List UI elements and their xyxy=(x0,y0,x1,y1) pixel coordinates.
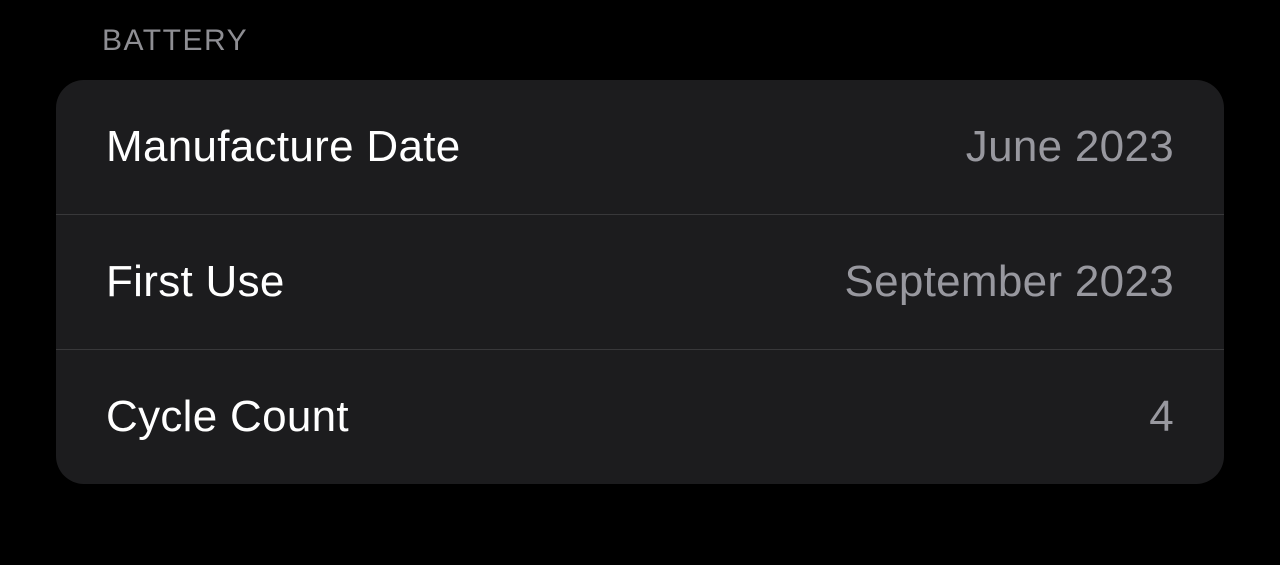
manufacture-date-label: Manufacture Date xyxy=(106,122,461,172)
cycle-count-label: Cycle Count xyxy=(106,392,349,442)
first-use-label: First Use xyxy=(106,257,285,307)
manufacture-date-row[interactable]: Manufacture Date June 2023 xyxy=(56,80,1224,215)
cycle-count-value: 4 xyxy=(1149,392,1174,442)
first-use-row[interactable]: First Use September 2023 xyxy=(56,215,1224,350)
first-use-value: September 2023 xyxy=(844,257,1174,307)
settings-group: Manufacture Date June 2023 First Use Sep… xyxy=(56,80,1224,484)
manufacture-date-value: June 2023 xyxy=(966,122,1174,172)
battery-section: BATTERY Manufacture Date June 2023 First… xyxy=(0,0,1280,484)
cycle-count-row[interactable]: Cycle Count 4 xyxy=(56,350,1224,484)
section-header: BATTERY xyxy=(56,24,1224,58)
